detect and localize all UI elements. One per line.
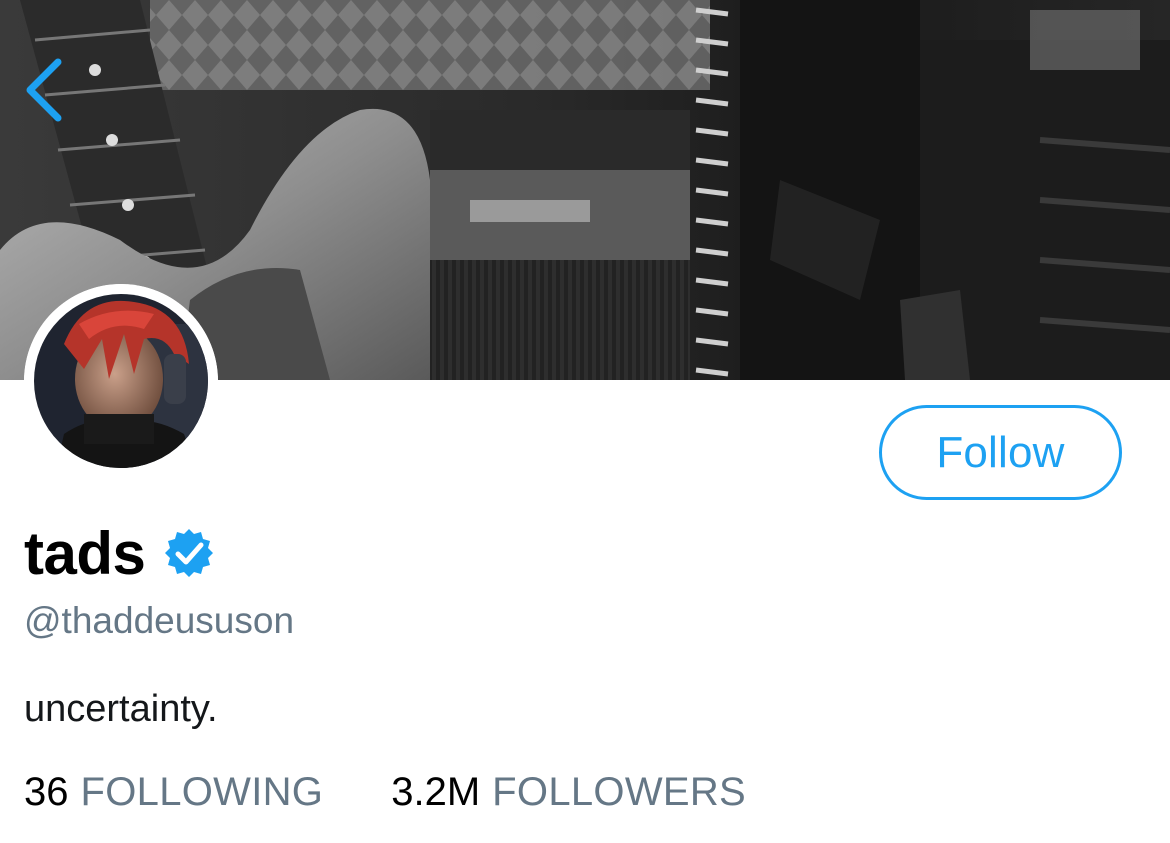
followers-stat[interactable]: 3.2M FOLLOWERS: [391, 770, 746, 815]
verified-badge-icon: [163, 527, 215, 579]
display-name-row: tads: [24, 516, 215, 590]
following-label: FOLLOWING: [80, 770, 324, 814]
following-stat[interactable]: 36 FOLLOWING: [24, 770, 323, 815]
back-button[interactable]: [18, 52, 74, 128]
following-count: 36: [24, 770, 69, 814]
follow-button-label: Follow: [936, 427, 1065, 477]
chevron-left-icon: [26, 58, 62, 122]
avatar[interactable]: [24, 284, 218, 478]
followers-count: 3.2M: [391, 770, 481, 814]
user-handle: @thaddeususon: [24, 600, 295, 641]
avatar-photo: [24, 284, 218, 478]
display-name: tads: [24, 519, 146, 587]
profile-screen: Follow tads @thaddeususon uncertainty. 3…: [0, 0, 1170, 843]
follow-button[interactable]: Follow: [879, 405, 1122, 500]
user-bio: uncertainty.: [24, 688, 218, 730]
profile-stats: 36 FOLLOWING 3.2M FOLLOWERS: [24, 770, 746, 815]
followers-label: FOLLOWERS: [492, 770, 747, 814]
